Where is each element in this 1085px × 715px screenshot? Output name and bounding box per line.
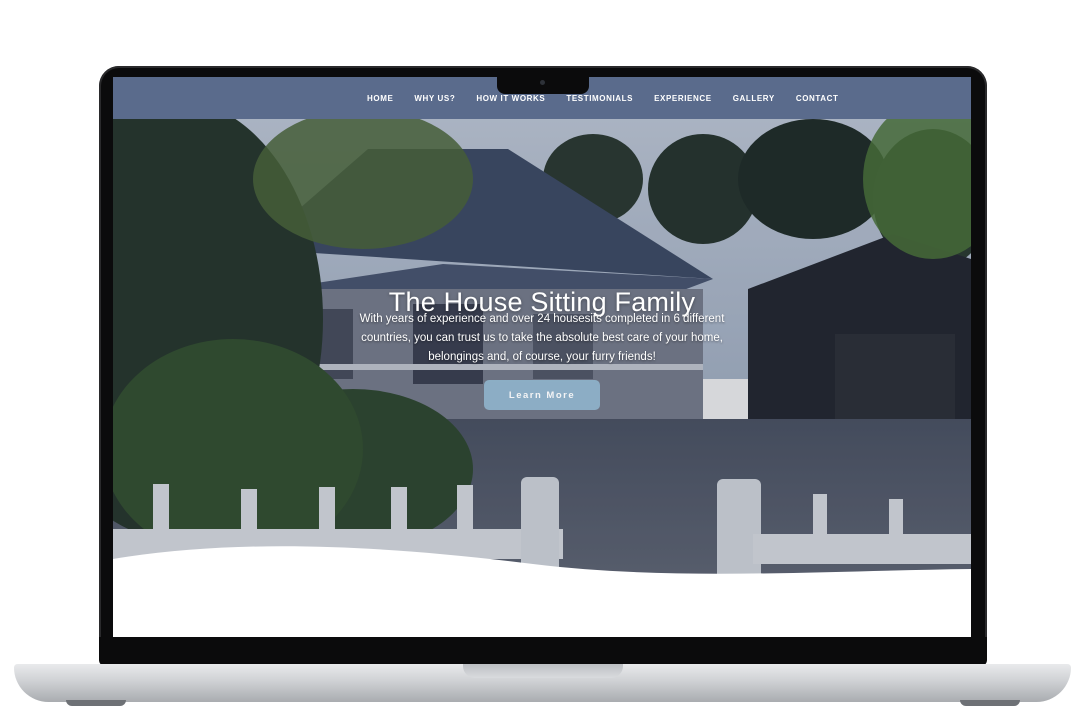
hero-description: With years of experience and over 24 hou… <box>359 313 725 363</box>
nav-item-gallery[interactable]: GALLERY <box>733 94 775 103</box>
laptop-foot-right <box>960 700 1020 706</box>
camera-icon <box>540 80 545 85</box>
laptop-foot-left <box>66 700 126 706</box>
nav-item-experience[interactable]: EXPERIENCE <box>654 94 712 103</box>
learn-more-button[interactable]: Learn More <box>484 380 600 410</box>
laptop-chin <box>99 637 987 666</box>
nav-item-home[interactable]: HOME <box>367 94 393 103</box>
nav-item-testimonials[interactable]: TESTIMONIALS <box>566 94 633 103</box>
nav-menu: HOME WHY US? HOW IT WORKS TESTIMONIALS E… <box>367 94 860 103</box>
nav-item-contact[interactable]: CONTACT <box>796 94 839 103</box>
hero-background-image <box>113 119 971 637</box>
nav-item-why-us[interactable]: WHY US? <box>414 94 455 103</box>
laptop-open-notch <box>463 664 623 678</box>
website-screen: HOME WHY US? HOW IT WORKS TESTIMONIALS E… <box>113 77 971 637</box>
hero-section: The House Sitting Family With years of e… <box>113 119 971 637</box>
nav-item-how-it-works[interactable]: HOW IT WORKS <box>476 94 545 103</box>
